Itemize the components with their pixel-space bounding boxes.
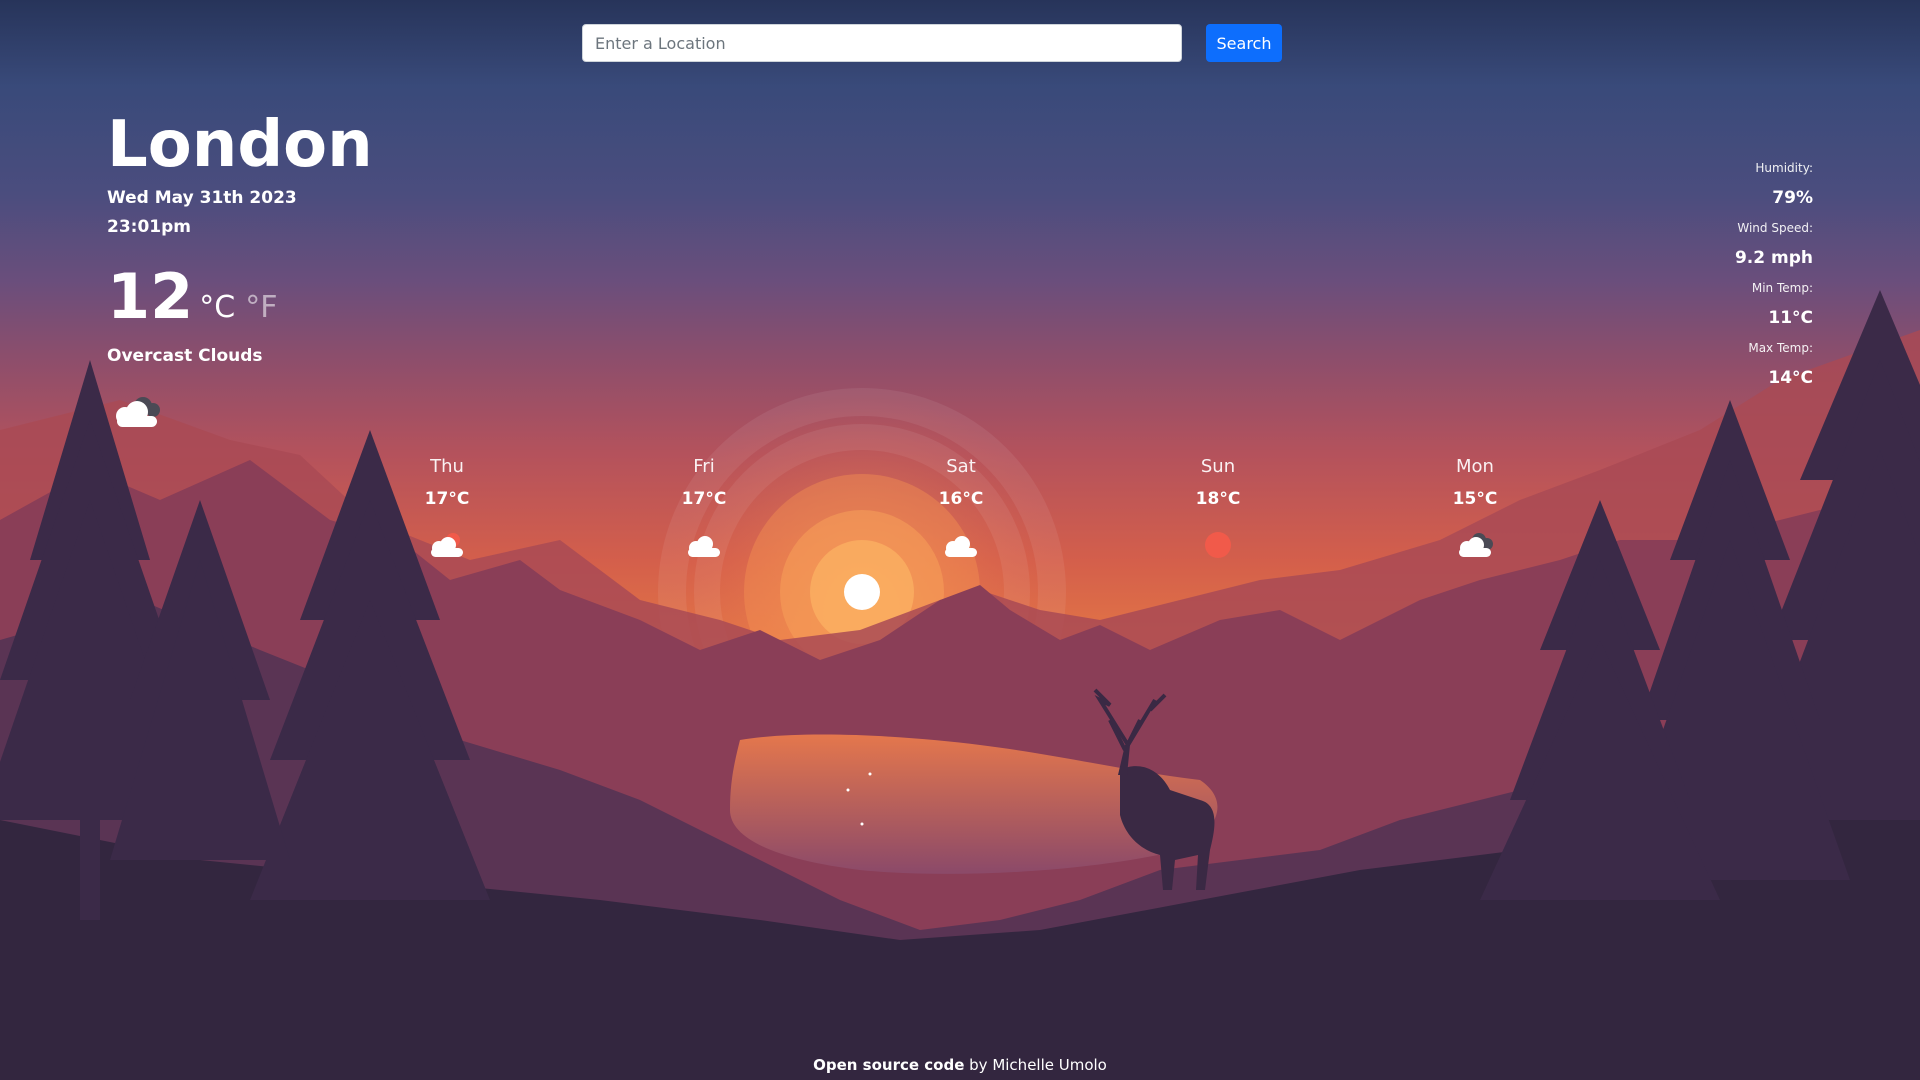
temperature-row: 12 °C °F [107, 266, 507, 328]
overcast-clouds-icon [116, 397, 160, 427]
partly-cloudy-sun-icon [431, 533, 463, 557]
current-weather-panel: London Wed May 31th 2023 23:01pm 12 °C °… [107, 106, 507, 436]
current-time: 23:01pm [107, 217, 191, 237]
forecast-day-name: Mon [1456, 456, 1494, 477]
wind-speed-detail: Wind Speed: 9.2 mph [1613, 218, 1813, 278]
forecast-day-temp: 17°C [424, 489, 470, 509]
forecast-day: Sun 18°C [1153, 454, 1283, 562]
forecast-day-temp: 15°C [1452, 489, 1498, 509]
max-temp-label: Max Temp: [1748, 341, 1813, 355]
forecast-day-name: Sun [1200, 456, 1236, 477]
footer: Open source code by Michelle Umolo [0, 1050, 1920, 1080]
fahrenheit-toggle[interactable]: °F [245, 288, 277, 328]
forecast-day-temp: 18°C [1195, 489, 1241, 509]
overcast-clouds-icon [1459, 533, 1493, 557]
daily-forecast: Thu 17°C Fri 17°C Sat 16°C Sun 18°C Mon … [382, 454, 1512, 574]
wind-speed-label: Wind Speed: [1737, 221, 1813, 235]
min-temp-label: Min Temp: [1751, 281, 1813, 295]
forecast-day-name: Sat [946, 456, 976, 477]
current-date: Wed May 31th 2023 [107, 188, 297, 208]
city-name: London [107, 108, 373, 182]
location-search-input[interactable] [582, 24, 1182, 62]
search-bar: Search [582, 24, 1282, 62]
footer-credit: by Michelle Umolo [964, 1056, 1107, 1074]
max-temp-detail: Max Temp: 14°C [1613, 338, 1813, 398]
cloud-icon [945, 536, 977, 557]
min-temp-value: 11°C [1768, 308, 1813, 328]
wind-speed-value: 9.2 mph [1734, 248, 1813, 268]
forecast-day: Mon 15°C [1410, 454, 1540, 562]
sun-icon [1205, 532, 1231, 558]
weather-details: Humidity: 79% Wind Speed: 9.2 mph Min Te… [1613, 158, 1813, 398]
max-temp-value: 14°C [1768, 368, 1813, 388]
celsius-toggle[interactable]: °C [199, 288, 235, 328]
forecast-day: Thu 17°C [382, 454, 512, 562]
humidity-detail: Humidity: 79% [1613, 158, 1813, 218]
cloud-icon [688, 536, 720, 557]
current-temperature: 12 [107, 260, 194, 333]
forecast-day: Sat 16°C [896, 454, 1026, 562]
open-source-link[interactable]: Open source code [813, 1056, 964, 1074]
app-window: Search London Wed May 31th 2023 23:01pm … [0, 0, 1920, 1080]
min-temp-detail: Min Temp: 11°C [1613, 278, 1813, 338]
forecast-day: Fri 17°C [639, 454, 769, 562]
forecast-day-name: Thu [430, 456, 464, 477]
humidity-label: Humidity: [1755, 161, 1813, 175]
weather-description: Overcast Clouds [107, 346, 263, 366]
forecast-day-temp: 17°C [681, 489, 727, 509]
humidity-value: 79% [1772, 188, 1813, 208]
forecast-day-temp: 16°C [938, 489, 984, 509]
search-button[interactable]: Search [1206, 24, 1282, 62]
forecast-day-name: Fri [693, 456, 715, 477]
